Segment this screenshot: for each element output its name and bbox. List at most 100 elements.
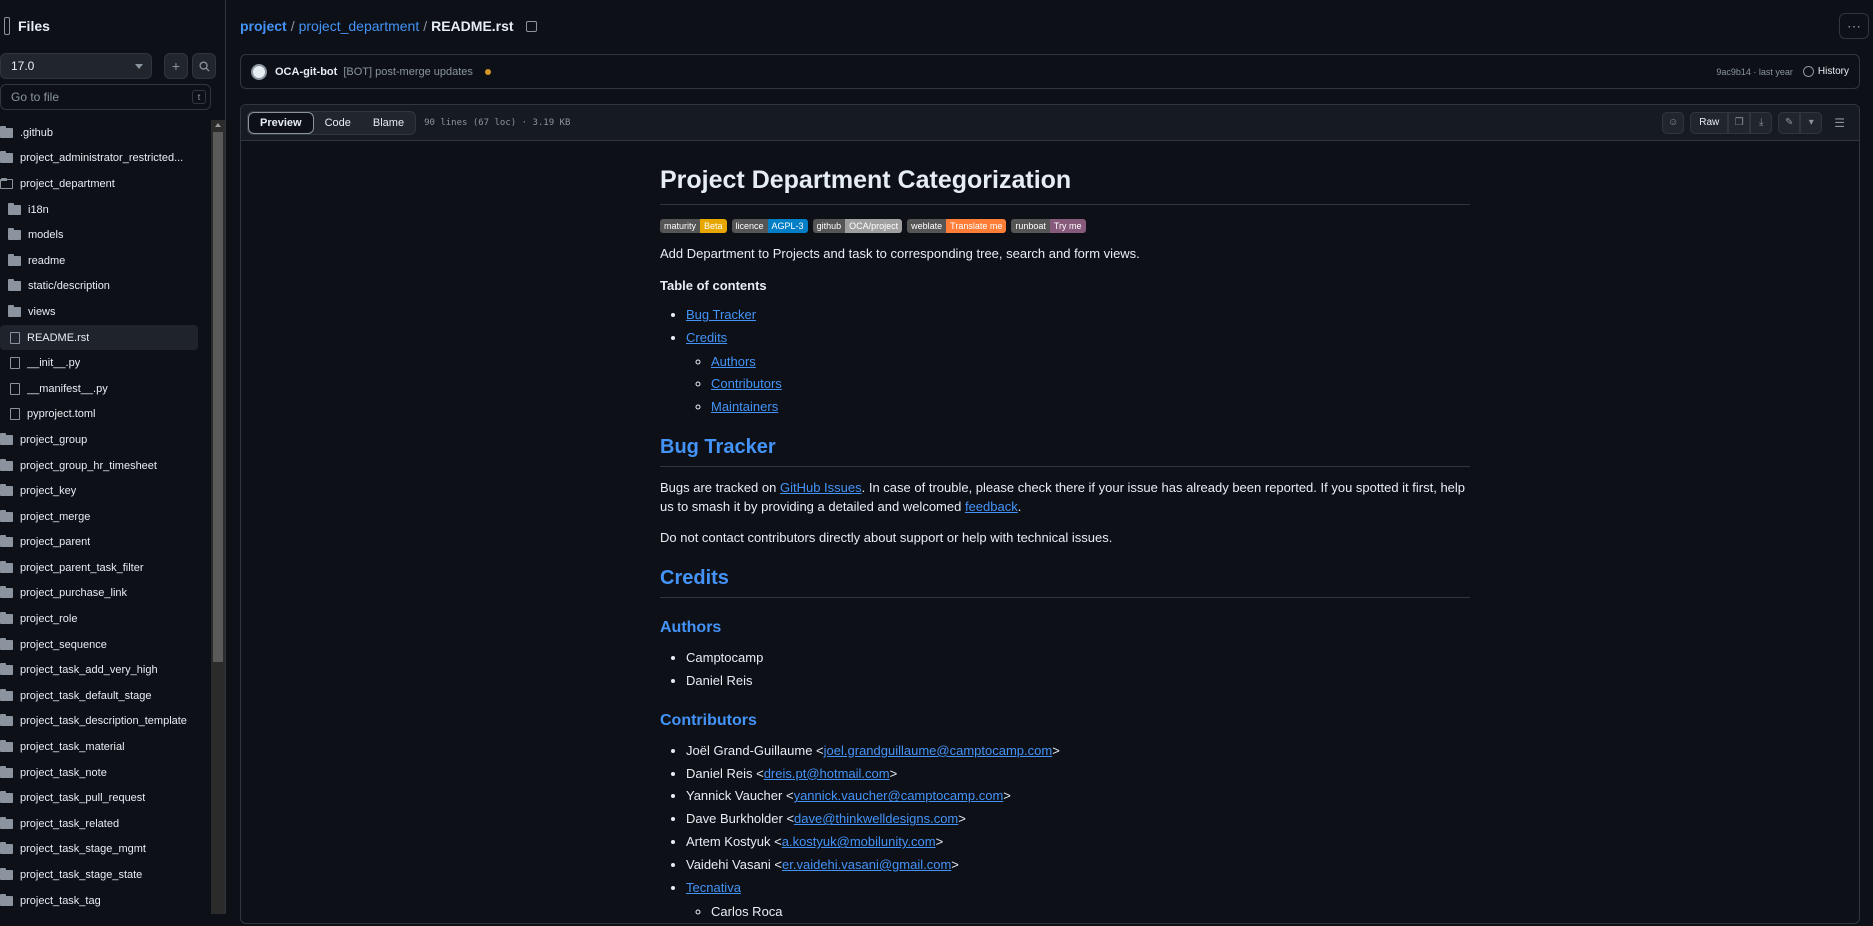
- toc-link-credits[interactable]: Credits: [686, 330, 727, 345]
- github-issues-link[interactable]: GitHub Issues: [780, 480, 862, 495]
- tree-item[interactable]: project_task_description_template: [0, 709, 210, 735]
- tree-item[interactable]: i18n: [0, 197, 210, 223]
- file-icon: [10, 357, 20, 370]
- tree-item[interactable]: project_department: [0, 171, 210, 197]
- tree-item-label: project_key: [20, 485, 77, 498]
- tree-item[interactable]: project_role: [0, 606, 210, 632]
- tree-item[interactable]: project_task_note: [0, 760, 210, 786]
- file-size-info: 90 lines (67 loc) · 3.19 KB: [424, 117, 571, 128]
- tree-item[interactable]: project_group_hr_timesheet: [0, 453, 210, 479]
- tree-item[interactable]: project_purchase_link: [0, 581, 210, 607]
- tree-item[interactable]: project_group: [0, 427, 210, 453]
- toc-link-contributors[interactable]: Contributors: [711, 376, 782, 391]
- tree-item[interactable]: project_task_material: [0, 734, 210, 760]
- badge[interactable]: runboat Try me: [1011, 219, 1086, 234]
- tree-item[interactable]: __init__.py: [0, 350, 210, 376]
- tab-preview[interactable]: Preview: [248, 111, 314, 134]
- sidebar-scrollbar[interactable]: [211, 120, 225, 914]
- badge[interactable]: github OCA/project: [812, 219, 903, 234]
- collapse-sidebar-icon[interactable]: [4, 17, 10, 35]
- tree-item[interactable]: project_key: [0, 478, 210, 504]
- contributors-list: Joël Grand-Guillaume <joel.grandguillaum…: [660, 742, 1470, 922]
- tree-item[interactable]: readme: [0, 248, 210, 274]
- tree-item[interactable]: project_task_stage_mgmt: [0, 837, 210, 863]
- breadcrumb: project / project_department / README.rs…: [240, 18, 537, 34]
- breadcrumb-repo[interactable]: project: [240, 18, 287, 34]
- list-item: Dave Burkholder <dave@thinkwelldesigns.c…: [686, 810, 1470, 829]
- chevron-down-icon: [135, 63, 143, 69]
- toc-link-bug-tracker[interactable]: Bug Tracker: [686, 307, 756, 322]
- tree-item[interactable]: static/description: [0, 274, 210, 300]
- heading-bug-tracker: Bug Tracker: [660, 433, 1470, 468]
- badge-value: AGPL-3: [767, 219, 808, 234]
- raw-button[interactable]: Raw: [1690, 111, 1729, 134]
- copy-path-icon[interactable]: [525, 20, 537, 32]
- tree-item[interactable]: project_task_stage_state: [0, 862, 210, 888]
- go-to-file-input[interactable]: Go to file t: [0, 84, 211, 110]
- contributor-email-link[interactable]: joel.grandguillaume@camptocamp.com: [824, 743, 1053, 758]
- more-options-button[interactable]: ⋯: [1839, 13, 1869, 39]
- edit-menu-button[interactable]: ▾: [1800, 111, 1823, 134]
- tree-item[interactable]: project_merge: [0, 504, 210, 530]
- go-to-file-placeholder: Go to file: [11, 90, 60, 104]
- copilot-button[interactable]: ☺: [1662, 111, 1685, 134]
- toc-link-authors[interactable]: Authors: [711, 354, 756, 369]
- tree-item[interactable]: project_parent_task_filter: [0, 555, 210, 581]
- tab-blame[interactable]: Blame: [362, 112, 415, 134]
- tree-item[interactable]: .github: [0, 120, 210, 146]
- tree-item[interactable]: project_task_default_stage: [0, 683, 210, 709]
- commit-author[interactable]: OCA-git-bot: [275, 66, 337, 78]
- readme-content: Project Department Categorization maturi…: [660, 141, 1470, 926]
- contributor-email-link[interactable]: dave@thinkwelldesigns.com: [794, 811, 958, 826]
- tree-item[interactable]: pyproject.toml: [0, 402, 210, 428]
- toc-item: Maintainers: [711, 398, 1470, 417]
- outline-toggle-icon[interactable]: ☰: [1834, 116, 1845, 130]
- tree-item[interactable]: project_task_add_very_high: [0, 657, 210, 683]
- breadcrumb-separator: /: [290, 18, 295, 34]
- tree-item[interactable]: project_sequence: [0, 632, 210, 658]
- tree-item-label: project_department: [20, 177, 115, 190]
- copy-raw-button[interactable]: ❐: [1728, 111, 1751, 134]
- commit-message[interactable]: [BOT] post-merge updates: [343, 66, 473, 78]
- badge[interactable]: licence AGPL-3: [731, 219, 808, 234]
- breadcrumb-separator: /: [423, 18, 428, 34]
- tab-code[interactable]: Code: [314, 112, 362, 134]
- tree-item[interactable]: views: [0, 299, 210, 325]
- download-button[interactable]: ⤓: [1750, 111, 1773, 134]
- add-file-button[interactable]: +: [164, 53, 188, 79]
- tree-item[interactable]: README.rst: [0, 324, 198, 351]
- tree-item[interactable]: project_task_tag: [0, 888, 210, 914]
- toc-item: Bug Tracker: [686, 306, 1470, 325]
- badge-row: maturity Beta licence AGPL-3 github OCA/proje…: [660, 219, 1470, 234]
- tree-item-label: .github: [20, 126, 54, 139]
- search-button[interactable]: [192, 53, 216, 79]
- contributor-end: >: [889, 765, 898, 781]
- tree-item[interactable]: project_parent: [0, 530, 210, 556]
- avatar[interactable]: [251, 63, 267, 80]
- toc-link-maintainers[interactable]: Maintainers: [711, 399, 778, 414]
- feedback-link[interactable]: feedback: [965, 499, 1018, 514]
- tree-item-label: project_task_stage_state: [20, 869, 143, 882]
- scrollbar-thumb[interactable]: [213, 132, 223, 662]
- tree-item[interactable]: __manifest__.py: [0, 376, 210, 402]
- tree-item[interactable]: project_task_pull_request: [0, 785, 210, 811]
- history-button[interactable]: History: [1802, 66, 1849, 77]
- commit-hash-time[interactable]: 9ac9b14 · last year: [1716, 67, 1793, 77]
- branch-selector[interactable]: 17.0: [0, 53, 152, 79]
- scroll-up-icon[interactable]: [215, 123, 221, 127]
- tree-item[interactable]: project_task_related: [0, 811, 210, 837]
- breadcrumb-folder[interactable]: project_department: [299, 18, 420, 34]
- tree-item-label: i18n: [28, 203, 49, 216]
- tecnativa-link[interactable]: Tecnativa: [686, 880, 741, 895]
- edit-button[interactable]: ✎: [1778, 111, 1801, 134]
- badge[interactable]: weblate Translate me: [907, 219, 1007, 234]
- contributor-email-link[interactable]: er.vaidehi.vasani@gmail.com: [782, 857, 951, 872]
- badge[interactable]: maturity Beta: [660, 219, 727, 234]
- tree-item[interactable]: project_administrator_restricted...: [0, 146, 210, 172]
- status-dot-icon[interactable]: [484, 68, 491, 75]
- badge-value: Translate me: [946, 219, 1007, 234]
- tree-item[interactable]: models: [0, 222, 210, 248]
- contributor-email-link[interactable]: yannick.vaucher@camptocamp.com: [794, 788, 1004, 803]
- contributor-email-link[interactable]: dreis.pt@hotmail.com: [764, 766, 890, 781]
- contributor-email-link[interactable]: a.kostyuk@mobilunity.com: [782, 834, 936, 849]
